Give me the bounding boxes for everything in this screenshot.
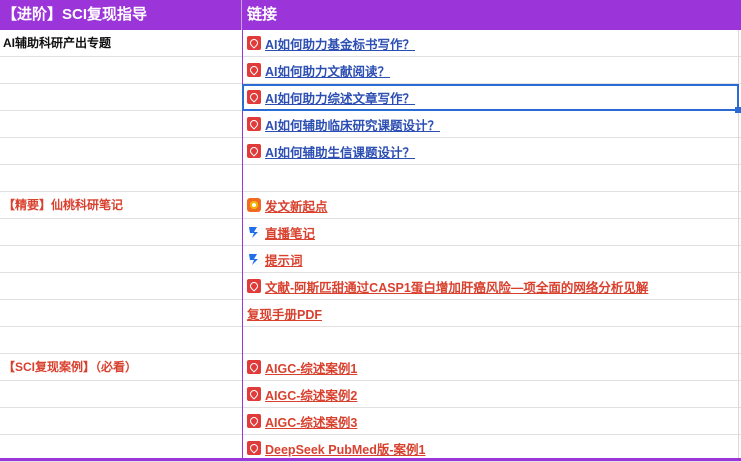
section-cases-label[interactable]: 【SCI复现案例】（必看） xyxy=(3,354,239,380)
header-col1[interactable]: 【进阶】SCI复现指导 xyxy=(2,0,240,30)
link-aspartame-paper[interactable]: 文献-阿斯匹甜通过CASP1蛋白增加肝癌风险—项全面的网络分析见解 xyxy=(265,277,648,296)
link-cell[interactable]: AIGC-综述案例3 xyxy=(247,408,357,434)
link-cell[interactable]: AI如何助力文献阅读？ xyxy=(247,57,390,83)
link-repro-manual[interactable]: 复现手册PDF xyxy=(247,304,322,323)
section-ai-label[interactable]: AI辅助科研产出专题 xyxy=(3,30,239,56)
table-row: AIGC-综述案例2 xyxy=(0,381,741,408)
link-cell[interactable]: 直播笔记 xyxy=(247,219,315,245)
pdf-icon xyxy=(247,279,261,293)
pdf-icon xyxy=(247,144,261,158)
table-row: 【精要】仙桃科研笔记 发文新起点 xyxy=(0,192,741,219)
table-row: AI如何助力综述文章写作？ xyxy=(0,84,741,111)
pdf-icon xyxy=(247,387,261,401)
table-row: 复现手册PDF xyxy=(0,300,741,327)
spreadsheet: 【进阶】SCI复现指导 链接 AI辅助科研产出专题 AI如何助力基金标书写作？ … xyxy=(0,0,741,462)
link-cell[interactable]: AIGC-综述案例2 xyxy=(247,381,357,407)
pdf-icon xyxy=(247,36,261,50)
table-row: AI如何辅助临床研究课题设计？ xyxy=(0,111,741,138)
table-row: AIGC-综述案例3 xyxy=(0,408,741,435)
header-row: 【进阶】SCI复现指导 链接 xyxy=(0,0,741,30)
link-aigc-case-1[interactable]: AIGC-综述案例1 xyxy=(265,358,357,377)
link-cell[interactable]: 发文新起点 xyxy=(247,192,328,218)
pdf-icon xyxy=(247,63,261,77)
link-cell[interactable]: AI如何辅助临床研究课题设计？ xyxy=(247,111,440,137)
link-bioinfo-design[interactable]: AI如何辅助生信课题设计？ xyxy=(265,142,415,161)
calendar-icon xyxy=(247,198,261,212)
link-fund-writing[interactable]: AI如何助力基金标书写作？ xyxy=(265,34,415,53)
link-literature-reading[interactable]: AI如何助力文献阅读？ xyxy=(265,61,390,80)
table-row xyxy=(0,327,741,354)
header-col2[interactable]: 链接 xyxy=(247,0,737,30)
table-row: 【SCI复现案例】（必看） AIGC-综述案例1 xyxy=(0,354,741,381)
doc-icon xyxy=(247,225,261,239)
table-row: AI如何助力文献阅读？ xyxy=(0,57,741,84)
link-aigc-case-2[interactable]: AIGC-综述案例2 xyxy=(265,385,357,404)
header-divider xyxy=(241,0,242,30)
right-border xyxy=(738,30,739,461)
pdf-icon xyxy=(247,441,261,455)
table-row: AI如何辅助生信课题设计？ xyxy=(0,138,741,165)
pdf-icon xyxy=(247,360,261,374)
link-cell[interactable]: 提示词 xyxy=(247,246,303,272)
doc-icon xyxy=(247,252,261,266)
table-row: 直播笔记 xyxy=(0,219,741,246)
link-cell[interactable]: AI如何辅助生信课题设计？ xyxy=(247,138,415,164)
pdf-icon xyxy=(247,90,261,104)
pdf-icon xyxy=(247,117,261,131)
table-row xyxy=(0,165,741,192)
pdf-icon xyxy=(247,414,261,428)
link-deepseek-case-1[interactable]: DeepSeek PubMed版-案例1 xyxy=(265,439,425,458)
link-aigc-case-3[interactable]: AIGC-综述案例3 xyxy=(265,412,357,431)
table-row: AI辅助科研产出专题 AI如何助力基金标书写作？ xyxy=(0,30,741,57)
link-prompts[interactable]: 提示词 xyxy=(265,250,303,269)
link-cell[interactable]: 文献-阿斯匹甜通过CASP1蛋白增加肝癌风险—项全面的网络分析见解 xyxy=(247,273,648,299)
link-review-writing[interactable]: AI如何助力综述文章写作？ xyxy=(265,88,415,107)
section-notes-label[interactable]: 【精要】仙桃科研笔记 xyxy=(3,192,239,218)
link-live-notes[interactable]: 直播笔记 xyxy=(265,223,315,242)
link-cell[interactable]: 复现手册PDF xyxy=(247,300,322,326)
column-divider xyxy=(242,30,243,461)
table-row: 文献-阿斯匹甜通过CASP1蛋白增加肝癌风险—项全面的网络分析见解 xyxy=(0,273,741,300)
link-cell[interactable]: AI如何助力综述文章写作？ xyxy=(247,84,415,110)
link-clinical-design[interactable]: AI如何辅助临床研究课题设计？ xyxy=(265,115,440,134)
link-new-start[interactable]: 发文新起点 xyxy=(265,196,328,215)
link-cell[interactable]: AI如何助力基金标书写作？ xyxy=(247,30,415,56)
link-cell[interactable]: AIGC-综述案例1 xyxy=(247,354,357,380)
table-row: 提示词 xyxy=(0,246,741,273)
